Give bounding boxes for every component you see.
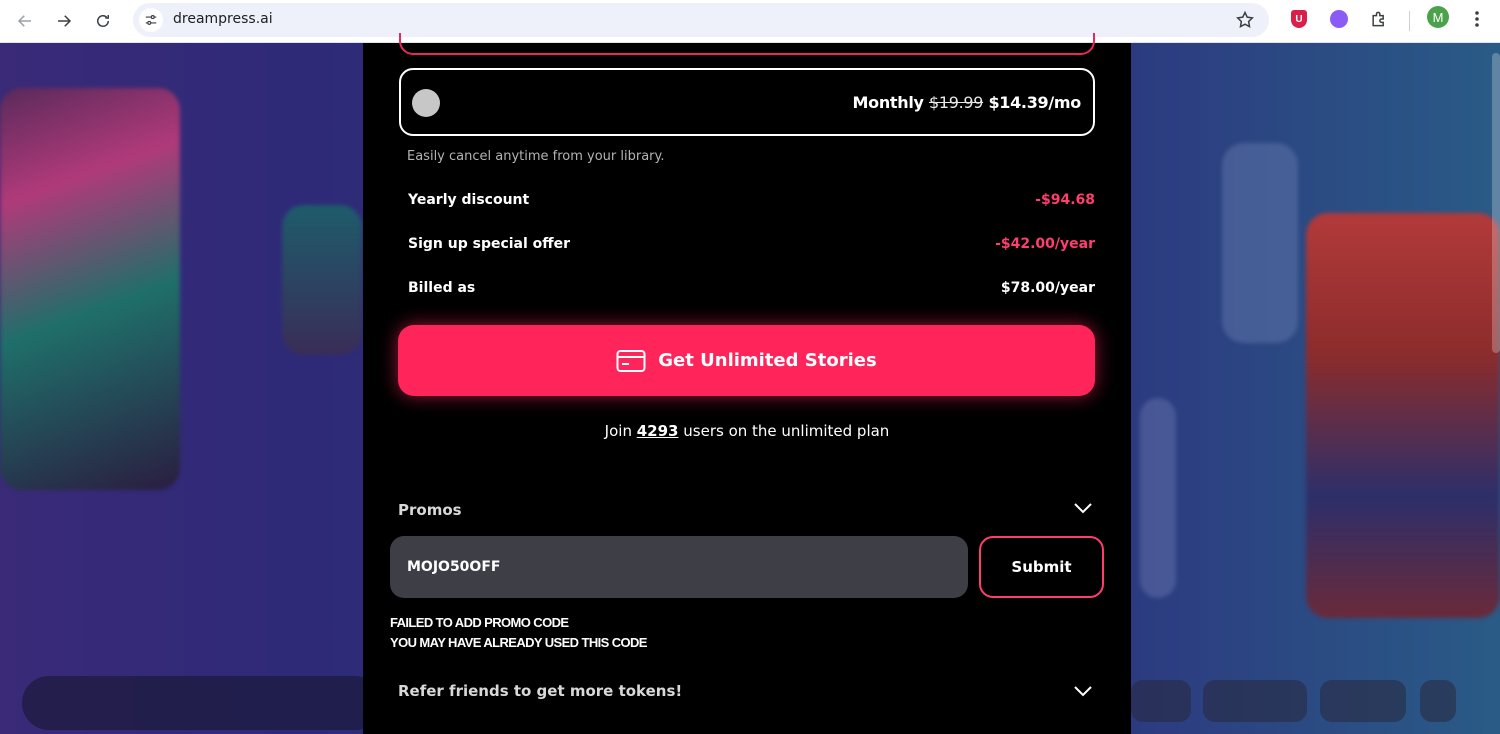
bookmark-star-icon[interactable] [1235, 10, 1255, 35]
cancel-note: Easily cancel anytime from your library. [407, 149, 665, 164]
special-offer-label: Sign up special offer [408, 236, 571, 252]
background-search-bar [22, 676, 382, 730]
plan-radio[interactable] [412, 89, 440, 117]
refer-friends-title[interactable]: Refer friends to get more tokens! [398, 682, 682, 700]
yearly-discount-label: Yearly discount [408, 192, 530, 208]
arrow-left-icon [17, 15, 31, 27]
get-unlimited-label: Get Unlimited Stories [658, 350, 877, 371]
arrow-right-icon [58, 15, 72, 27]
chevron-down-icon[interactable] [1073, 685, 1093, 697]
yearly-discount-value: -$94.68 [1035, 192, 1095, 208]
url-text: dreampress.ai [173, 11, 273, 27]
site-settings-icon[interactable] [139, 8, 163, 32]
forward-button[interactable] [49, 6, 79, 36]
background-tag-pill [1320, 680, 1406, 722]
get-unlimited-button[interactable]: Get Unlimited Stories [398, 325, 1095, 396]
background-tag-pill [1131, 680, 1191, 722]
toolbar-divider [1409, 11, 1410, 31]
story-card-image [1306, 213, 1500, 618]
menu-dots-icon[interactable] [1465, 7, 1489, 31]
billed-as-label: Billed as [408, 280, 476, 296]
extensions-puzzle-icon[interactable] [1367, 7, 1391, 31]
billed-as-value: $78.00/year [1000, 280, 1095, 296]
plan-option-monthly[interactable]: Monthly $19.99 $14.39/mo [399, 68, 1095, 136]
plan-option-yearly[interactable] [399, 33, 1095, 55]
profile-avatar[interactable]: M [1427, 6, 1449, 28]
subscription-modal: Monthly $19.99 $14.39/mo Easily cancel a… [363, 33, 1131, 734]
plan-new-price: $14.39/mo [988, 93, 1081, 112]
promos-title[interactable]: Promos [398, 501, 462, 519]
reload-icon [97, 15, 109, 27]
extension-purple-icon[interactable] [1327, 7, 1351, 31]
background-tag-pill [1420, 680, 1456, 722]
page-scrollbar[interactable] [1492, 53, 1500, 353]
address-bar[interactable]: dreampress.ai [133, 3, 1269, 37]
story-card-image [282, 205, 362, 355]
promo-code-input[interactable] [390, 536, 968, 598]
story-card-image [0, 88, 180, 490]
submit-promo-button[interactable]: Submit [979, 536, 1104, 598]
story-card-image [1222, 143, 1298, 343]
promo-error-message: FAILED TO ADD PROMO CODE YOU MAY HAVE AL… [390, 615, 647, 650]
reload-button[interactable] [88, 6, 118, 36]
story-card-image [1140, 398, 1176, 598]
plan-price-label: Monthly $19.99 $14.39/mo [852, 93, 1082, 112]
shield-extension-icon[interactable]: U [1287, 7, 1311, 31]
back-button[interactable] [10, 6, 40, 36]
credit-card-icon [616, 349, 646, 372]
join-users-text: Join 4293 users on the unlimited plan [604, 422, 890, 440]
special-offer-value: -$42.00/year [995, 236, 1095, 252]
user-count: 4293 [636, 422, 679, 440]
background-tag-pill [1203, 680, 1307, 722]
plan-old-price: $19.99 [928, 93, 984, 112]
chevron-down-icon[interactable] [1073, 502, 1093, 514]
